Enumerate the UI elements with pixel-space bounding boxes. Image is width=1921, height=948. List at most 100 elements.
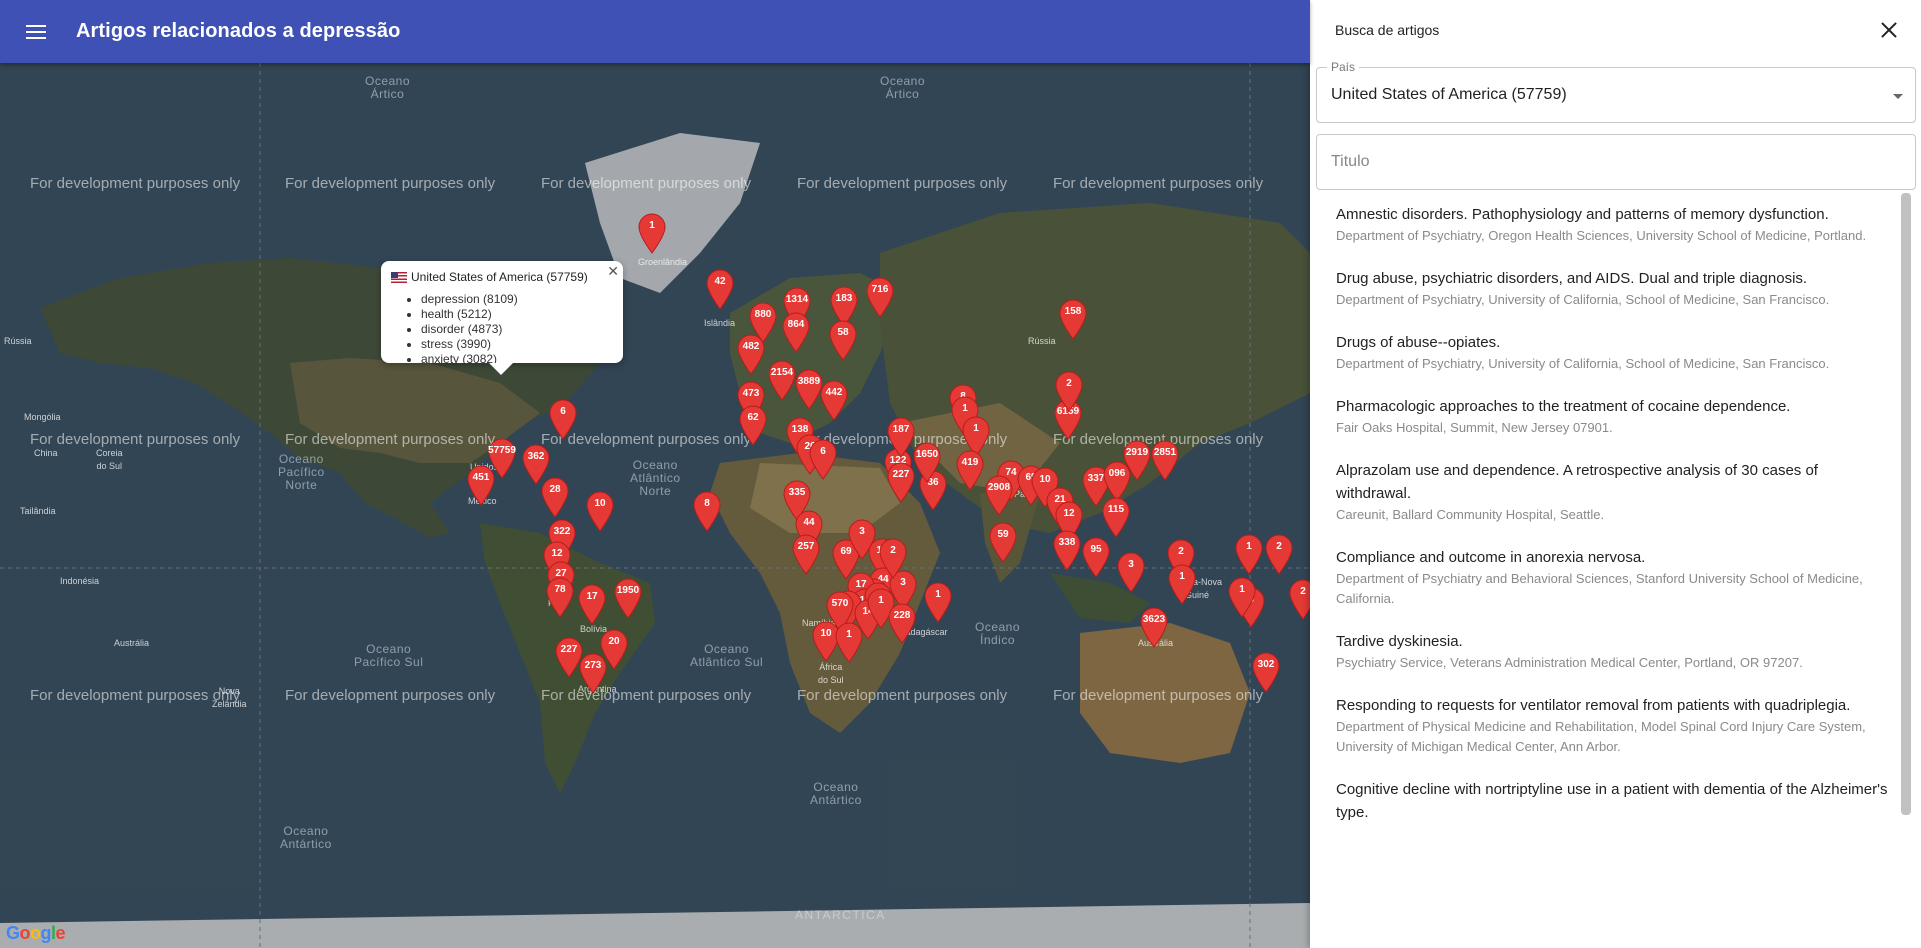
country-select-label: País: [1327, 60, 1360, 74]
marker-count: 335: [788, 487, 806, 498]
marker-count: 1950: [616, 585, 640, 596]
map-marker[interactable]: 864: [781, 311, 811, 353]
map-marker[interactable]: 1: [834, 621, 864, 663]
map-marker[interactable]: 158: [1058, 298, 1088, 340]
map-marker[interactable]: 1: [637, 212, 667, 254]
article-affiliation: Department of Physical Medicine and Reha…: [1336, 719, 1866, 754]
term-item: depression (8109): [421, 292, 613, 307]
marker-count: 78: [554, 584, 566, 595]
marker-count: 2908: [987, 482, 1011, 493]
map-marker[interactable]: 3: [1116, 551, 1146, 593]
map-marker[interactable]: 716: [865, 276, 895, 318]
article-item[interactable]: Drugs of abuse--opiates. Department of P…: [1316, 321, 1905, 385]
article-list-scrollbar[interactable]: [1901, 193, 1911, 815]
marker-count: 10: [1039, 474, 1051, 485]
article-item[interactable]: Tardive dyskinesia. Psychiatry Service, …: [1316, 620, 1905, 684]
marker-count: 473: [742, 388, 760, 399]
map-marker[interactable]: 28: [540, 476, 570, 518]
info-window-close-icon[interactable]: ✕: [607, 263, 619, 280]
marker-count: 228: [893, 610, 911, 621]
map-marker[interactable]: 228: [887, 602, 917, 644]
map-marker[interactable]: 257: [791, 533, 821, 575]
article-affiliation: Department of Psychiatry, University of …: [1336, 356, 1830, 371]
marker-count: 58: [837, 327, 849, 338]
map-marker[interactable]: 10: [585, 490, 615, 532]
marker-count: 338: [1058, 537, 1076, 548]
map-marker[interactable]: 20: [599, 628, 629, 670]
marker-count: 570: [831, 598, 849, 609]
article-item[interactable]: Compliance and outcome in anorexia nervo…: [1316, 536, 1905, 620]
map-marker[interactable]: 2851: [1150, 439, 1180, 481]
google-logo: Google: [6, 923, 66, 943]
article-title: Amnestic disorders. Pathophysiology and …: [1336, 206, 1829, 223]
map-marker[interactable]: 1: [1234, 533, 1264, 575]
map-marker[interactable]: 8: [692, 490, 722, 532]
article-title: Tardive dyskinesia.: [1336, 633, 1463, 650]
map-marker[interactable]: 338: [1052, 529, 1082, 571]
article-affiliation: Department of Psychiatry and Behavioral …: [1336, 571, 1863, 606]
map-marker[interactable]: 62: [738, 404, 768, 446]
article-item[interactable]: Cognitive decline with nortriptyline use…: [1316, 768, 1905, 835]
map-marker[interactable]: 6: [808, 438, 838, 480]
title-search-input[interactable]: [1317, 135, 1915, 189]
map-marker[interactable]: 419: [955, 449, 985, 491]
country-select[interactable]: País United States of America (57759): [1316, 60, 1916, 123]
article-affiliation: Fair Oaks Hospital, Summit, New Jersey 0…: [1336, 420, 1613, 435]
map-marker[interactable]: 1650: [912, 441, 942, 483]
title-search-field[interactable]: Titulo: [1316, 134, 1916, 190]
map-marker[interactable]: 6: [548, 398, 578, 440]
marker-count: 322: [553, 526, 571, 537]
map-marker[interactable]: 2: [1054, 370, 1084, 412]
map-marker[interactable]: 451: [466, 464, 496, 506]
menu-button[interactable]: [0, 0, 72, 63]
map-marker[interactable]: 2154: [767, 359, 797, 401]
article-item[interactable]: Alprazolam use and dependence. A retrosp…: [1316, 449, 1905, 536]
map-marker[interactable]: 1: [1227, 576, 1257, 618]
close-icon[interactable]: [1877, 18, 1901, 42]
article-item[interactable]: Amnestic disorders. Pathophysiology and …: [1316, 193, 1905, 257]
map-marker[interactable]: 58: [828, 319, 858, 361]
us-flag-icon: [391, 271, 407, 283]
marker-count: 59: [997, 529, 1009, 540]
marker-count: 183: [835, 293, 853, 304]
article-item[interactable]: Responding to requests for ventilator re…: [1316, 684, 1905, 768]
article-title: Cognitive decline with nortriptyline use…: [1336, 781, 1888, 821]
world-map[interactable]: For development purposes only For develo…: [0, 63, 1310, 948]
map-marker[interactable]: 302: [1251, 651, 1281, 693]
map-marker[interactable]: 1950: [613, 577, 643, 619]
map-marker[interactable]: 95: [1081, 536, 1111, 578]
article-item[interactable]: Pharmacologic approaches to the treatmen…: [1316, 385, 1905, 449]
map-marker[interactable]: 17: [577, 583, 607, 625]
marker-count: 17: [586, 591, 598, 602]
info-window-title: United States of America (57759): [391, 270, 613, 284]
term-item: health (5212): [421, 307, 613, 322]
marker-count: 115: [1107, 504, 1125, 515]
map-marker[interactable]: 1: [1167, 563, 1197, 605]
marker-count: 95: [1090, 544, 1102, 555]
map-marker[interactable]: 482: [736, 333, 766, 375]
map-marker[interactable]: 59: [988, 521, 1018, 563]
marker-count: 187: [892, 424, 910, 435]
marker-count: 442: [825, 387, 843, 398]
map-marker[interactable]: 3623: [1139, 606, 1169, 648]
map-marker[interactable]: 3: [847, 518, 877, 560]
map-marker[interactable]: 2: [1264, 533, 1294, 575]
map-marker[interactable]: 2908: [984, 474, 1014, 516]
map-marker[interactable]: 78: [545, 576, 575, 618]
article-item[interactable]: Drug abuse, psychiatric disorders, and A…: [1316, 257, 1905, 321]
map-marker[interactable]: 2: [878, 537, 908, 579]
app-title: Artigos relacionados a depressão: [76, 20, 401, 42]
map-marker[interactable]: 442: [819, 379, 849, 421]
map-marker[interactable]: 1: [923, 581, 953, 623]
marker-count: 3: [859, 526, 865, 537]
marker-count: 257: [797, 541, 815, 552]
map-marker[interactable]: 2: [1288, 578, 1310, 620]
map-marker[interactable]: 187: [886, 416, 916, 458]
marker-count: 302: [1257, 659, 1275, 670]
marker-count: 62: [747, 412, 759, 423]
map-marker[interactable]: 42: [705, 268, 735, 310]
marker-count: 2154: [770, 367, 794, 378]
marker-count: 10: [594, 498, 606, 509]
map-marker[interactable]: 115: [1101, 496, 1131, 538]
marker-count: 2919: [1125, 447, 1149, 458]
